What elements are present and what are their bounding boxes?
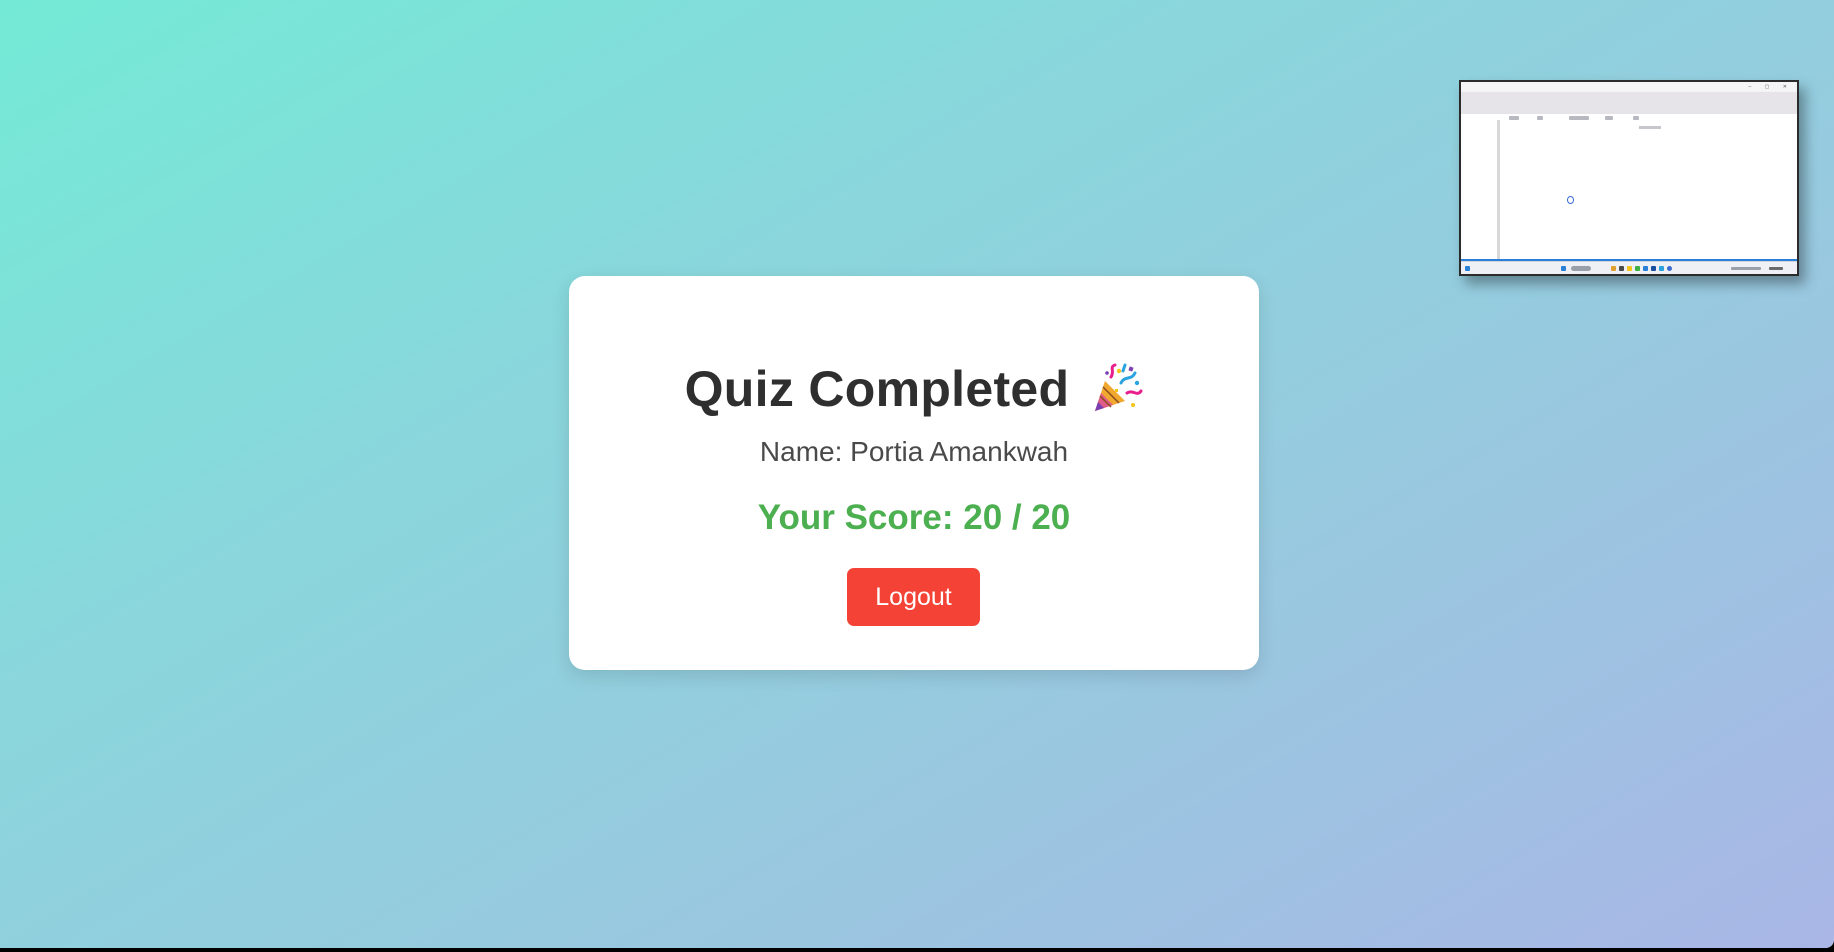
thumbnail-app-icon bbox=[1611, 266, 1616, 271]
logout-button[interactable]: Logout bbox=[847, 568, 980, 626]
thumbnail-app-icon bbox=[1627, 266, 1632, 271]
thumbnail-sidebar bbox=[1497, 120, 1500, 260]
thumbnail-taskbar bbox=[1461, 261, 1797, 274]
page-background: Quiz Completed Name: Portia Amankwah You… bbox=[0, 0, 1834, 948]
thumbnail-column-header bbox=[1605, 116, 1613, 120]
thumbnail-app-icon bbox=[1635, 266, 1640, 271]
thumbnail-search-icon bbox=[1571, 266, 1591, 271]
party-popper-icon bbox=[1091, 363, 1143, 415]
student-name: Name: Portia Amankwah bbox=[759, 436, 1069, 467]
title-row: Quiz Completed bbox=[569, 360, 1259, 418]
thumbnail-text-line bbox=[1639, 126, 1661, 129]
quiz-result-card: Quiz Completed Name: Portia Amankwah You… bbox=[569, 276, 1259, 670]
score-display: Your Score: 20 / 20 bbox=[757, 498, 1071, 537]
thumbnail-app-icon bbox=[1667, 266, 1672, 271]
thumbnail-app-icon bbox=[1619, 266, 1624, 271]
thumbnail-loading-icon bbox=[1567, 196, 1574, 204]
thumbnail-titlebar: – ▢ ✕ bbox=[1461, 82, 1797, 92]
thumbnail-clock-icon bbox=[1769, 267, 1783, 270]
thumbnail-app-icon bbox=[1643, 266, 1648, 271]
thumbnail-column-header bbox=[1509, 116, 1519, 120]
thumbnail-toolbar bbox=[1461, 92, 1797, 114]
thumbnail-app-icon bbox=[1659, 266, 1664, 271]
page-title: Quiz Completed bbox=[684, 361, 1070, 417]
thumbnail-column-header bbox=[1569, 116, 1589, 120]
thumbnail-column-header bbox=[1633, 116, 1639, 120]
thumbnail-window-controls-icon: – ▢ ✕ bbox=[1748, 84, 1793, 90]
thumbnail-windows-icon bbox=[1561, 266, 1566, 271]
screen-preview-thumbnail[interactable]: – ▢ ✕ bbox=[1459, 80, 1799, 276]
thumbnail-tray-icon bbox=[1731, 267, 1761, 270]
thumbnail-app-icon bbox=[1651, 266, 1656, 271]
thumbnail-column-header bbox=[1537, 116, 1543, 120]
thumbnail-start-icon bbox=[1465, 266, 1470, 271]
